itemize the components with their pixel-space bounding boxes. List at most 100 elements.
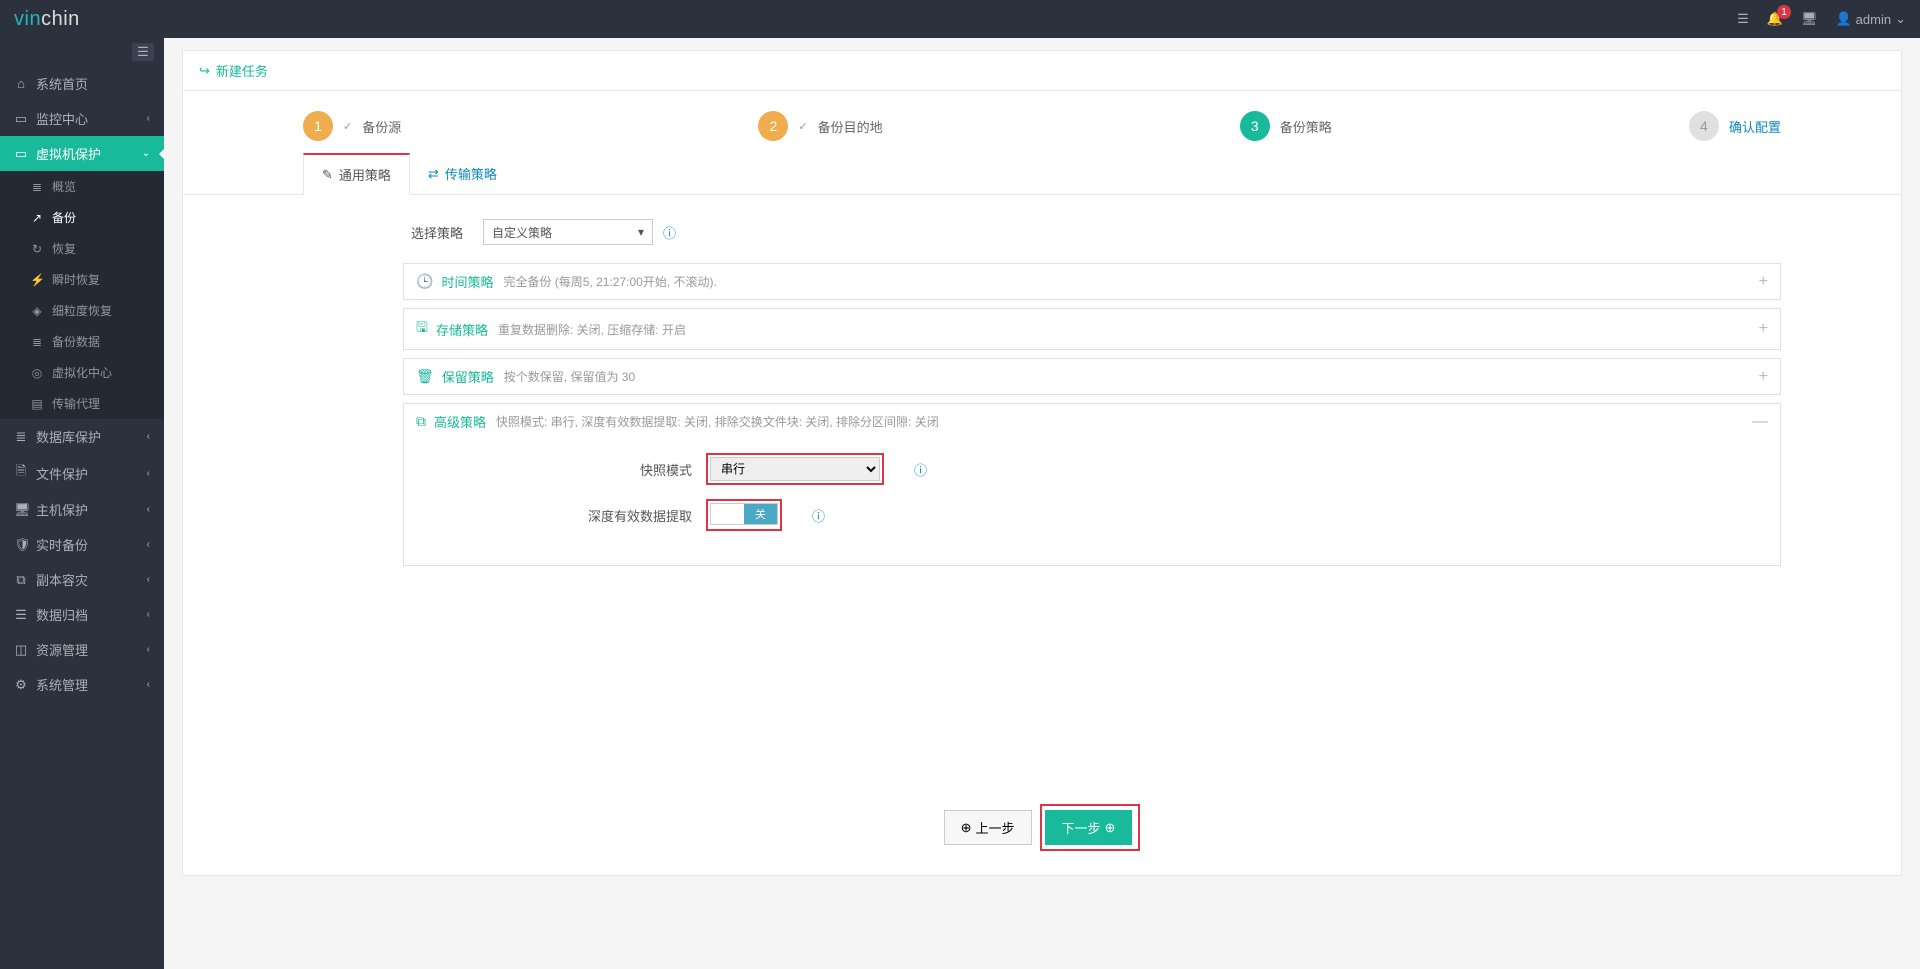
- chevron-icon: ‹: [147, 468, 150, 479]
- nav-icon: ☰: [14, 607, 28, 623]
- nav-icon: ⚙: [14, 677, 28, 693]
- tab-general-label: 通用策略: [339, 165, 391, 184]
- list-icon[interactable]: ☰: [1737, 11, 1749, 27]
- user-icon: 👤: [1835, 11, 1851, 27]
- sidebar-item-10[interactable]: ⚙系统管理‹: [0, 667, 164, 702]
- sidebar-subitem-5[interactable]: ≣ 备份数据: [0, 326, 164, 357]
- section-desc: 完全备份 (每周5, 21:27:00开始, 不滚动).: [503, 273, 716, 290]
- next-highlight: 下一步⊕: [1040, 804, 1141, 851]
- wizard-step-1[interactable]: 1✓备份源: [303, 111, 401, 141]
- sidebar-subitem-7[interactable]: ▤传输代理: [0, 388, 164, 419]
- sidebar-item-8[interactable]: ☰ 数据归档 ‹: [0, 597, 164, 632]
- nav-label: 数据库保护: [36, 427, 101, 446]
- monitor-icon[interactable]: 🖥: [1801, 11, 1818, 27]
- tabs: ✎通用策略 ⇄传输策略: [183, 153, 1901, 195]
- sidebar: ☰ ⌂系统首页▭监控中心‹▭虚拟机保护⌄≣概览↗备份↻恢复⚡瞬时恢复◈细粒度恢复…: [0, 38, 164, 969]
- accordion-header[interactable]: 🗑 保留策略 按个数保留, 保留值为 30 +: [404, 359, 1780, 394]
- sub-icon: ↗: [30, 211, 44, 225]
- panel: ↪ 新建任务 1✓备份源 2✓备份目的地 3备份策略 4确认配置 ✎通用策略 ⇄传输策…: [182, 50, 1902, 876]
- section-title: 保留策略: [442, 367, 494, 386]
- nav-icon: 🗎: [14, 462, 28, 484]
- section-icon: 🖫: [416, 317, 428, 341]
- sidebar-item-9[interactable]: ◫资源管理‹: [0, 632, 164, 667]
- step-number: 2: [758, 111, 788, 141]
- sidebar-item-0[interactable]: ⌂系统首页: [0, 66, 164, 101]
- sidebar-item-6[interactable]: 🛡实时备份‹: [0, 527, 164, 562]
- sidebar-subitem-1[interactable]: ↗备份: [0, 202, 164, 233]
- snapshot-highlight: 串行: [706, 453, 884, 485]
- step-label: 备份源: [362, 117, 401, 136]
- nav-label: 文件保护: [36, 464, 88, 483]
- nav-icon: ⧉: [14, 572, 28, 588]
- info-icon[interactable]: ⓘ: [914, 460, 927, 479]
- sidebar-subitem-6[interactable]: ◎虚拟化中心: [0, 357, 164, 388]
- sidebar-toggle-row: ☰: [0, 38, 164, 66]
- step-label: 备份策略: [1280, 117, 1332, 136]
- sidebar-item-5[interactable]: 🖥主机保护‹: [0, 492, 164, 527]
- logo-chin: chin: [41, 8, 80, 30]
- sub-label: 虚拟化中心: [52, 364, 112, 381]
- accordion-item-0: 🕒 时间策略 完全备份 (每周5, 21:27:00开始, 不滚动). +: [403, 263, 1781, 300]
- wizard-step-2[interactable]: 2✓备份目的地: [758, 111, 882, 141]
- tab-body: 选择策略 自定义策略 ▾ ⓘ 🕒 时间策略 完全备份 (每周5, 21:27:0…: [183, 195, 1901, 584]
- minus-icon: —: [1752, 413, 1768, 431]
- sidebar-item-2[interactable]: ▭虚拟机保护⌄: [0, 136, 164, 171]
- logo-vin: vin: [14, 8, 41, 30]
- snapshot-label: 快照模式: [416, 460, 706, 479]
- tab-transport[interactable]: ⇄传输策略: [410, 153, 515, 194]
- step-number: 4: [1689, 111, 1719, 141]
- panel-header: ↪ 新建任务: [183, 51, 1901, 91]
- tab-general[interactable]: ✎通用策略: [303, 153, 410, 195]
- strategy-value: 自定义策略: [492, 224, 552, 241]
- plus-icon: +: [1759, 368, 1768, 386]
- sub-icon: ≣: [30, 335, 44, 349]
- chevron-icon: ‹: [147, 504, 150, 515]
- sidebar-item-4[interactable]: 🗎 文件保护 ‹: [0, 454, 164, 492]
- sub-label: 概览: [52, 178, 76, 195]
- sidebar-subitem-0[interactable]: ≣概览: [0, 171, 164, 202]
- nav-icon: ◫: [14, 642, 28, 658]
- accordion-item-3: ⧉ 高级策略 快照模式: 串行, 深度有效数据提取: 关闭, 排除交换文件块: …: [403, 403, 1781, 566]
- sub-label: 细粒度恢复: [52, 302, 112, 319]
- arrow-right-icon: ⊕: [1105, 820, 1116, 836]
- sub-icon: ◈: [30, 304, 44, 318]
- accordion-header[interactable]: 🖫 存储策略 重复数据删除: 关闭, 压缩存储: 开启 +: [404, 309, 1780, 349]
- chevron-icon: ‹: [147, 609, 150, 620]
- logo[interactable]: vinchin: [14, 0, 80, 38]
- accordion-header[interactable]: ⧉ 高级策略 快照模式: 串行, 深度有效数据提取: 关闭, 排除交换文件块: …: [404, 404, 1780, 439]
- sidebar-subitem-4[interactable]: ◈ 细粒度恢复: [0, 295, 164, 326]
- topbar-right: ☰ 🔔1 🖥 👤 admin ⌄: [1737, 11, 1906, 27]
- plus-icon: +: [1759, 273, 1768, 291]
- chevron-icon: ‹: [147, 431, 150, 442]
- wizard-steps: 1✓备份源 2✓备份目的地 3备份策略 4确认配置: [183, 91, 1901, 153]
- bell-icon[interactable]: 🔔1: [1767, 11, 1783, 27]
- sub-icon: ↻: [30, 242, 44, 256]
- sub-label: 传输代理: [52, 395, 100, 412]
- snapshot-select[interactable]: 串行: [710, 457, 880, 481]
- snapshot-row: 快照模式 串行 ⓘ: [416, 453, 1768, 485]
- sidebar-item-1[interactable]: ▭监控中心‹: [0, 101, 164, 136]
- info-icon[interactable]: ⓘ: [663, 223, 676, 242]
- sub-label: 备份数据: [52, 333, 100, 350]
- deep-toggle[interactable]: 关: [710, 503, 778, 525]
- sidebar-item-7[interactable]: ⧉副本容灾‹: [0, 562, 164, 597]
- forward-icon: ↪: [199, 63, 210, 79]
- sidebar-subitem-3[interactable]: ⚡瞬时恢复: [0, 264, 164, 295]
- sidebar-subitem-2[interactable]: ↻恢复: [0, 233, 164, 264]
- chevron-down-icon: ⌄: [1895, 11, 1906, 27]
- next-button[interactable]: 下一步⊕: [1045, 810, 1133, 845]
- strategy-select[interactable]: 自定义策略 ▾: [483, 219, 653, 245]
- accordion-header[interactable]: 🕒 时间策略 完全备份 (每周5, 21:27:00开始, 不滚动). +: [404, 264, 1780, 299]
- user-menu[interactable]: 👤 admin ⌄: [1835, 11, 1906, 27]
- sidebar-collapse-button[interactable]: ☰: [132, 43, 154, 61]
- nav-label: 数据归档: [36, 605, 88, 624]
- wizard-step-4[interactable]: 4确认配置: [1689, 111, 1781, 141]
- info-icon[interactable]: ⓘ: [812, 506, 825, 525]
- step-number: 1: [303, 111, 333, 141]
- prev-button[interactable]: ⊕上一步: [944, 810, 1032, 845]
- nav-icon: ▭: [14, 146, 28, 162]
- sidebar-item-3[interactable]: ≣数据库保护‹: [0, 419, 164, 454]
- user-name: admin: [1856, 12, 1891, 27]
- section-desc: 按个数保留, 保留值为 30: [504, 368, 635, 385]
- wizard-step-3[interactable]: 3备份策略: [1240, 111, 1332, 141]
